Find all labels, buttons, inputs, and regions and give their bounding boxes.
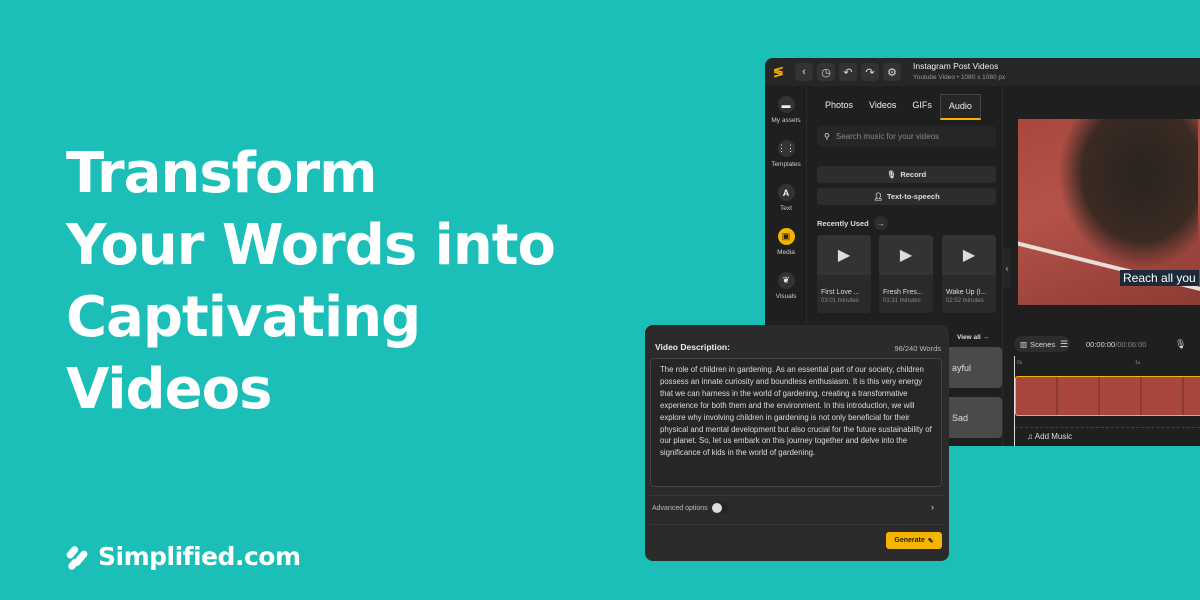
timeline: ▥ Scenes ☰ 00:00:00/00:06:00 🎙︎ 0s 1s ♫ A… xyxy=(1010,330,1200,446)
brand-logo: Simplified.com xyxy=(66,542,301,571)
description-textarea[interactable]: The role of children in gardening. As an… xyxy=(650,358,942,487)
mood-label: ayful xyxy=(952,362,972,373)
track-name: Wake Up (I... xyxy=(946,289,987,296)
sidebar-item-visuals[interactable]: ❦ Visuals xyxy=(765,272,807,300)
project-subtitle: Youtube Video • 1080 x 1080 px xyxy=(913,74,1006,81)
music-search-input[interactable]: ⚲ Search music for your videos xyxy=(817,126,996,147)
sidebar-item-my-assets[interactable]: ▬ My assets xyxy=(765,96,807,124)
top-bar: ≶ ‹ ◷ ↶ ↷ ⚙ Instagram Post Videos Youtube… xyxy=(765,58,1200,86)
waveform-play-icon[interactable]: ▶ xyxy=(879,235,933,275)
scene-clip[interactable] xyxy=(1015,376,1200,416)
dialog-title: Video Description: xyxy=(655,342,730,352)
track-card[interactable]: ▶ Wake Up (I... 02:52 minutes xyxy=(942,235,996,313)
redo-icon[interactable]: ↷ xyxy=(861,63,879,81)
hero-line: Captivating xyxy=(66,285,421,350)
text-icon: A xyxy=(777,184,795,201)
tts-label: Text-to-speech xyxy=(886,192,940,201)
settings-icon[interactable]: ⚙ xyxy=(883,63,901,81)
scenes-icon: ▥ xyxy=(1020,339,1028,349)
add-music-button[interactable]: ♫ Add Music xyxy=(1015,427,1200,444)
track-card[interactable]: ▶ First Love ... 03:01 minutes xyxy=(817,235,871,313)
sidebar-item-templates[interactable]: ⋮⋮ Templates xyxy=(765,140,807,168)
history-icon[interactable]: ◷ xyxy=(817,63,835,81)
speaker-person-icon: 👤︎ xyxy=(873,192,883,201)
sidebar-item-label: Templates xyxy=(771,161,801,168)
visuals-icon: ❦ xyxy=(777,272,795,289)
advanced-options-label: Advanced options xyxy=(652,504,708,512)
record-button[interactable]: 🎙︎ Record xyxy=(817,166,996,183)
waveform-play-icon[interactable]: ▶ xyxy=(817,235,871,275)
music-note-icon: ♫ xyxy=(1027,432,1033,441)
recently-used-heading: Recently Used xyxy=(817,218,869,228)
scenes-label: Scenes xyxy=(1030,339,1056,349)
hero-line: Your Words into xyxy=(66,213,556,278)
record-label: Record xyxy=(900,170,927,179)
brand-name: Simplified.com xyxy=(98,542,301,571)
caption-text[interactable]: Reach all you xyxy=(1120,270,1199,286)
text-to-speech-button[interactable]: 👤︎ Text-to-speech xyxy=(817,188,996,205)
tab-gifs[interactable]: GIFs xyxy=(904,94,940,120)
advanced-options-toggle[interactable] xyxy=(711,503,728,513)
track-duration: 01:31 minutes xyxy=(883,298,921,304)
tab-videos[interactable]: Videos xyxy=(861,94,904,120)
simplified-logo-icon xyxy=(66,545,88,570)
generate-button[interactable]: Generate ✎ xyxy=(886,532,942,549)
back-icon[interactable]: ‹ xyxy=(795,63,813,81)
folder-icon: ▬ xyxy=(777,96,795,113)
tab-photos[interactable]: Photos xyxy=(817,94,861,120)
mood-label: Sad xyxy=(952,412,969,423)
track-name: First Love ... xyxy=(821,289,860,296)
list-icon[interactable]: ☰ xyxy=(1060,339,1068,350)
search-placeholder: Search music for your videos xyxy=(835,132,940,141)
microphone-icon: 🎙︎ xyxy=(886,170,897,179)
video-description-dialog: Video Description: 96/240 Words The role… xyxy=(645,325,949,561)
ruler-tick: 0s xyxy=(1017,360,1023,366)
project-title[interactable]: Instagram Post Videos xyxy=(913,61,1005,72)
undo-icon[interactable]: ↶ xyxy=(839,63,857,81)
hero-line: Videos xyxy=(66,357,272,422)
add-music-label: Add Music xyxy=(1034,432,1073,441)
chevron-right-icon[interactable]: › xyxy=(931,502,934,512)
grid-icon: ⋮⋮ xyxy=(777,140,795,157)
sidebar-item-label: My assets xyxy=(771,117,801,124)
arrow-right-icon[interactable]: → xyxy=(873,216,888,230)
tab-audio[interactable]: Audio xyxy=(939,94,981,120)
magic-wand-icon: ✎ xyxy=(927,537,934,545)
ruler-tick: 1s xyxy=(1135,360,1141,366)
collapse-panel-button[interactable]: ‹ xyxy=(1003,248,1011,288)
hero-line: Transform xyxy=(66,141,377,206)
word-count: 96/240 Words xyxy=(894,344,941,353)
generate-label: Generate xyxy=(894,537,925,544)
sidebar-item-media[interactable]: ▣ Media xyxy=(765,228,807,256)
hero-headline: Transform Your Words into Captivating Vi… xyxy=(66,138,556,426)
media-icon: ▣ xyxy=(777,228,795,245)
sidebar-item-label: Text xyxy=(780,205,792,212)
microphone-icon[interactable]: 🎙︎ xyxy=(1175,339,1186,350)
track-card[interactable]: ▶ Fresh Fres... 01:31 minutes xyxy=(879,235,933,313)
app-logo-icon: ≶ xyxy=(773,64,784,79)
video-canvas[interactable]: Reach all you xyxy=(1018,119,1200,305)
time-readout: 00:00:00/00:06:00 xyxy=(1086,340,1147,349)
sidebar-item-label: Media xyxy=(777,249,795,256)
view-all-link[interactable]: View all → xyxy=(957,334,989,341)
search-icon: ⚲ xyxy=(824,132,830,141)
waveform-play-icon[interactable]: ▶ xyxy=(942,235,996,275)
track-duration: 03:01 minutes xyxy=(821,298,859,304)
sidebar-item-text[interactable]: A Text xyxy=(765,184,807,212)
track-name: Fresh Fres... xyxy=(883,289,923,296)
sidebar-item-label: Visuals xyxy=(775,293,797,300)
track-duration: 02:52 minutes xyxy=(946,298,984,304)
